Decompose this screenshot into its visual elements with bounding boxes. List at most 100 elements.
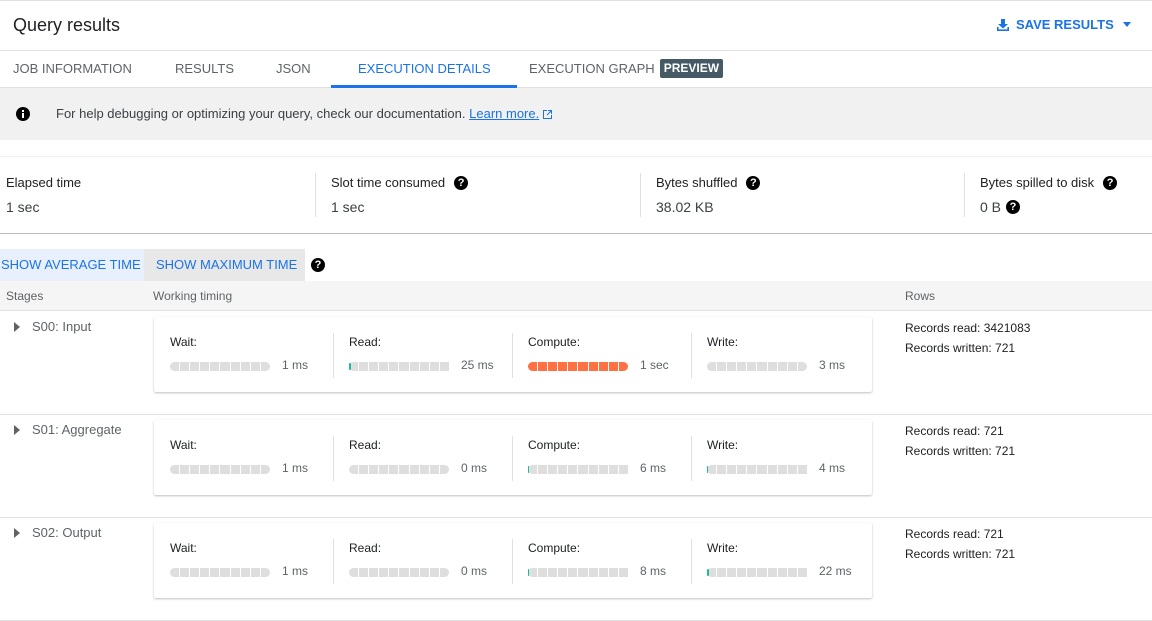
bar-segment: [260, 568, 270, 577]
bar-segment: [369, 568, 379, 577]
tab-execution-graph[interactable]: EXECUTION GRAPH PREVIEW: [529, 51, 724, 87]
timing-compute: Compute: 1 sec: [512, 317, 691, 392]
bar-segment: [598, 465, 608, 474]
column-header-rows: Rows: [905, 289, 936, 303]
header: Query results SAVE RESULTS: [0, 1, 1152, 51]
bar-segment: [240, 568, 250, 577]
metric-label-text: Bytes spilled to disk: [980, 175, 1095, 190]
bar-segment: [399, 465, 409, 474]
bar-segment: [787, 568, 797, 577]
bar-segment: [419, 465, 429, 474]
bar-segment: [538, 362, 548, 371]
bar-fill: [528, 466, 529, 473]
timing-card: Wait: 1 ms Read: 25 ms Compute: 1 sec Write: 3 …: [154, 317, 872, 392]
bar-segment: [568, 465, 578, 474]
bar-segment: [717, 568, 727, 577]
bar-segment: [548, 362, 558, 371]
bar-segment: [409, 568, 419, 577]
timing-compute: Compute: 8 ms: [512, 523, 691, 598]
timing-value: 1 ms: [282, 564, 309, 578]
bar-segment: [429, 362, 439, 371]
stage-expander[interactable]: S01: Aggregate: [14, 422, 122, 437]
bar-segment: [767, 568, 777, 577]
stage-expander[interactable]: S00: Input: [14, 319, 91, 334]
timing-label: Compute:: [528, 438, 581, 452]
bar-segment: [439, 568, 449, 577]
bar-segment: [568, 362, 578, 371]
show-maximum-time-button[interactable]: SHOW MAXIMUM TIME: [144, 249, 305, 281]
bar-segment: [608, 465, 618, 474]
help-icon[interactable]: ?: [454, 175, 469, 190]
expand-arrow-icon: [14, 424, 20, 435]
chevron-down-icon: [1122, 22, 1131, 27]
tab-results[interactable]: RESULTS: [175, 51, 234, 87]
timing-label: Compute:: [528, 541, 581, 555]
divider: [512, 333, 513, 378]
tab-json[interactable]: JSON: [276, 51, 311, 87]
bar-segment: [210, 362, 220, 371]
download-icon: [997, 18, 1009, 31]
bar-segment: [439, 362, 449, 371]
tab-execution-details[interactable]: EXECUTION DETAILS: [331, 51, 517, 88]
bar-segment: [777, 362, 787, 371]
timing-value: 4 ms: [819, 461, 846, 475]
bar-segment: [389, 568, 399, 577]
tab-job-information[interactable]: JOB INFORMATION: [13, 51, 132, 87]
bar-segment: [558, 568, 568, 577]
bar-segment: [598, 568, 608, 577]
bar-segment: [260, 465, 270, 474]
divider: [0, 156, 1152, 157]
help-icon[interactable]: ?: [746, 175, 761, 190]
bar-segment: [588, 568, 598, 577]
bar-segment: [359, 568, 369, 577]
timing-progress-bar: [707, 465, 807, 474]
timing-progress-bar: [170, 568, 270, 577]
bar-segment: [250, 568, 260, 577]
bar-segment: [210, 568, 220, 577]
stage-row: S02: Output Wait: 1 ms Read: 0 ms Compute: 8 …: [0, 517, 1152, 621]
timing-progress-bar: [707, 362, 807, 371]
timing-progress-bar: [528, 568, 628, 577]
save-results-button[interactable]: SAVE RESULTS: [996, 17, 1131, 32]
bar-segment: [777, 568, 787, 577]
metric-value: 38.02 KB: [656, 199, 714, 215]
divider: [640, 173, 641, 217]
bar-segment: [180, 568, 190, 577]
bar-segment: [767, 362, 777, 371]
bar-segment: [429, 568, 439, 577]
bar-segment: [190, 568, 200, 577]
bar-segment: [608, 568, 618, 577]
help-icon[interactable]: ?: [1103, 175, 1118, 190]
timing-label: Read:: [349, 438, 382, 452]
bar-segment: [419, 362, 429, 371]
metric-label: Elapsed time: [6, 175, 81, 190]
bar-segment: [797, 362, 807, 371]
timing-value: 1 ms: [282, 358, 309, 372]
bar-segment: [349, 465, 359, 474]
tab-execution-graph-label: EXECUTION GRAPH: [529, 61, 655, 76]
bar-segment: [747, 362, 757, 371]
bar-segment: [429, 465, 439, 474]
learn-more-link[interactable]: Learn more.: [469, 106, 539, 121]
bar-segment: [379, 568, 389, 577]
timing-label: Read:: [349, 335, 382, 349]
show-average-time-button[interactable]: SHOW AVERAGE TIME: [0, 249, 144, 281]
external-link-icon[interactable]: [542, 109, 553, 120]
metric-value: 0 B?: [980, 199, 1021, 215]
bar-segment: [190, 465, 200, 474]
timing-progress-bar: [349, 362, 449, 371]
stage-expander[interactable]: S02: Output: [14, 525, 101, 540]
bar-segment: [538, 568, 548, 577]
bar-segment: [220, 362, 230, 371]
timing-value: 1 sec: [640, 358, 669, 372]
help-icon[interactable]: ?: [1006, 200, 1021, 214]
bar-segment: [230, 568, 240, 577]
bar-segment: [578, 362, 588, 371]
bar-segment: [200, 362, 210, 371]
timing-value: 22 ms: [819, 564, 852, 578]
info-banner: For help debugging or optimizing your qu…: [0, 88, 1152, 140]
bar-segment: [757, 465, 767, 474]
help-icon[interactable]: ?: [311, 258, 325, 272]
timing-wait: Wait: 1 ms: [154, 420, 333, 495]
metric-bytes-shuffled: Bytes shuffled? 38.02 KB: [640, 160, 964, 233]
